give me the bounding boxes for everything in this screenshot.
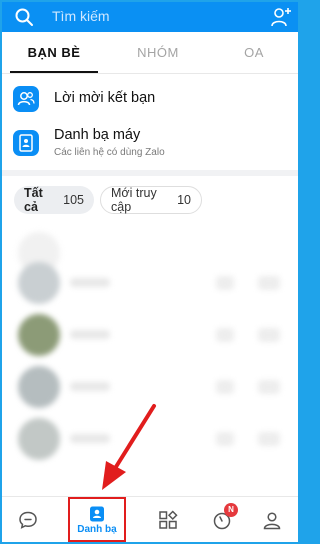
filter-all-label: Tất cả: [24, 186, 43, 214]
video-call-icon[interactable]: [258, 380, 280, 394]
friend-requests-row[interactable]: Lời mời kết bạn: [2, 82, 298, 116]
add-friend-icon[interactable]: [270, 6, 292, 28]
tab-groups[interactable]: NHÓM: [114, 32, 202, 74]
avatar: [18, 262, 60, 304]
contact-name-placeholder: [70, 382, 110, 391]
filter-all-chip[interactable]: Tất cả 105: [14, 186, 94, 214]
list-item[interactable]: [2, 414, 298, 464]
contact-name-placeholder: [70, 434, 110, 443]
phonebook-row[interactable]: Danh bạ máy Các liên hệ có dùng Zalo: [2, 124, 298, 162]
avatar: [18, 418, 60, 460]
tab-oa[interactable]: OA: [214, 32, 294, 74]
contact-tabs: BẠN BÈ NHÓM OA: [2, 32, 298, 74]
section-divider: [2, 170, 298, 176]
list-item[interactable]: [2, 258, 298, 308]
nav-contacts-label: Danh bạ: [77, 524, 117, 535]
nav-profile[interactable]: [248, 497, 296, 542]
call-icon[interactable]: [216, 328, 234, 342]
phonebook-subtitle: Các liên hệ có dùng Zalo: [54, 147, 165, 158]
contact-book-icon: [13, 130, 39, 156]
contact-list: [2, 228, 298, 494]
filter-recent-count: 10: [177, 193, 191, 207]
filter-recent-label: Mới truy cập: [111, 186, 157, 214]
avatar: [18, 366, 60, 408]
call-icon[interactable]: [216, 432, 234, 446]
app-frame: Tìm kiếm BẠN BÈ NHÓM OA Lời mời kết bạn: [2, 2, 298, 542]
video-call-icon[interactable]: [258, 328, 280, 342]
contact-name-placeholder: [70, 330, 110, 339]
call-icon[interactable]: [216, 380, 234, 394]
person-icon: [263, 512, 281, 530]
list-item[interactable]: [2, 362, 298, 412]
nav-contacts[interactable]: Danh bạ: [70, 497, 124, 542]
contact-name-placeholder: [70, 278, 110, 287]
video-call-icon[interactable]: [258, 276, 280, 290]
tab-friends[interactable]: BẠN BÈ: [10, 32, 98, 74]
active-tab-indicator: [10, 71, 98, 73]
filter-all-count: 105: [63, 193, 84, 207]
friend-requests-label: Lời mời kết bạn: [54, 90, 156, 106]
notification-badge: N: [224, 503, 238, 517]
nav-timeline[interactable]: N: [198, 497, 246, 542]
nav-messages[interactable]: [4, 497, 52, 542]
grid-icon: [159, 510, 178, 529]
list-item[interactable]: [2, 310, 298, 360]
search-icon[interactable]: [14, 7, 34, 27]
search-input[interactable]: Tìm kiếm: [52, 8, 110, 24]
top-bar: Tìm kiếm: [2, 2, 298, 32]
friends-icon: [13, 86, 39, 112]
video-call-icon[interactable]: [258, 432, 280, 446]
nav-discover[interactable]: [144, 497, 192, 542]
phonebook-label: Danh bạ máy: [54, 127, 141, 143]
call-icon[interactable]: [216, 276, 234, 290]
contact-book-icon: [90, 506, 104, 522]
bottom-navigation: Danh bạ N: [2, 496, 298, 542]
avatar: [18, 314, 60, 356]
filter-recent-chip[interactable]: Mới truy cập 10: [100, 186, 202, 214]
chat-bubble-icon: [19, 511, 37, 529]
